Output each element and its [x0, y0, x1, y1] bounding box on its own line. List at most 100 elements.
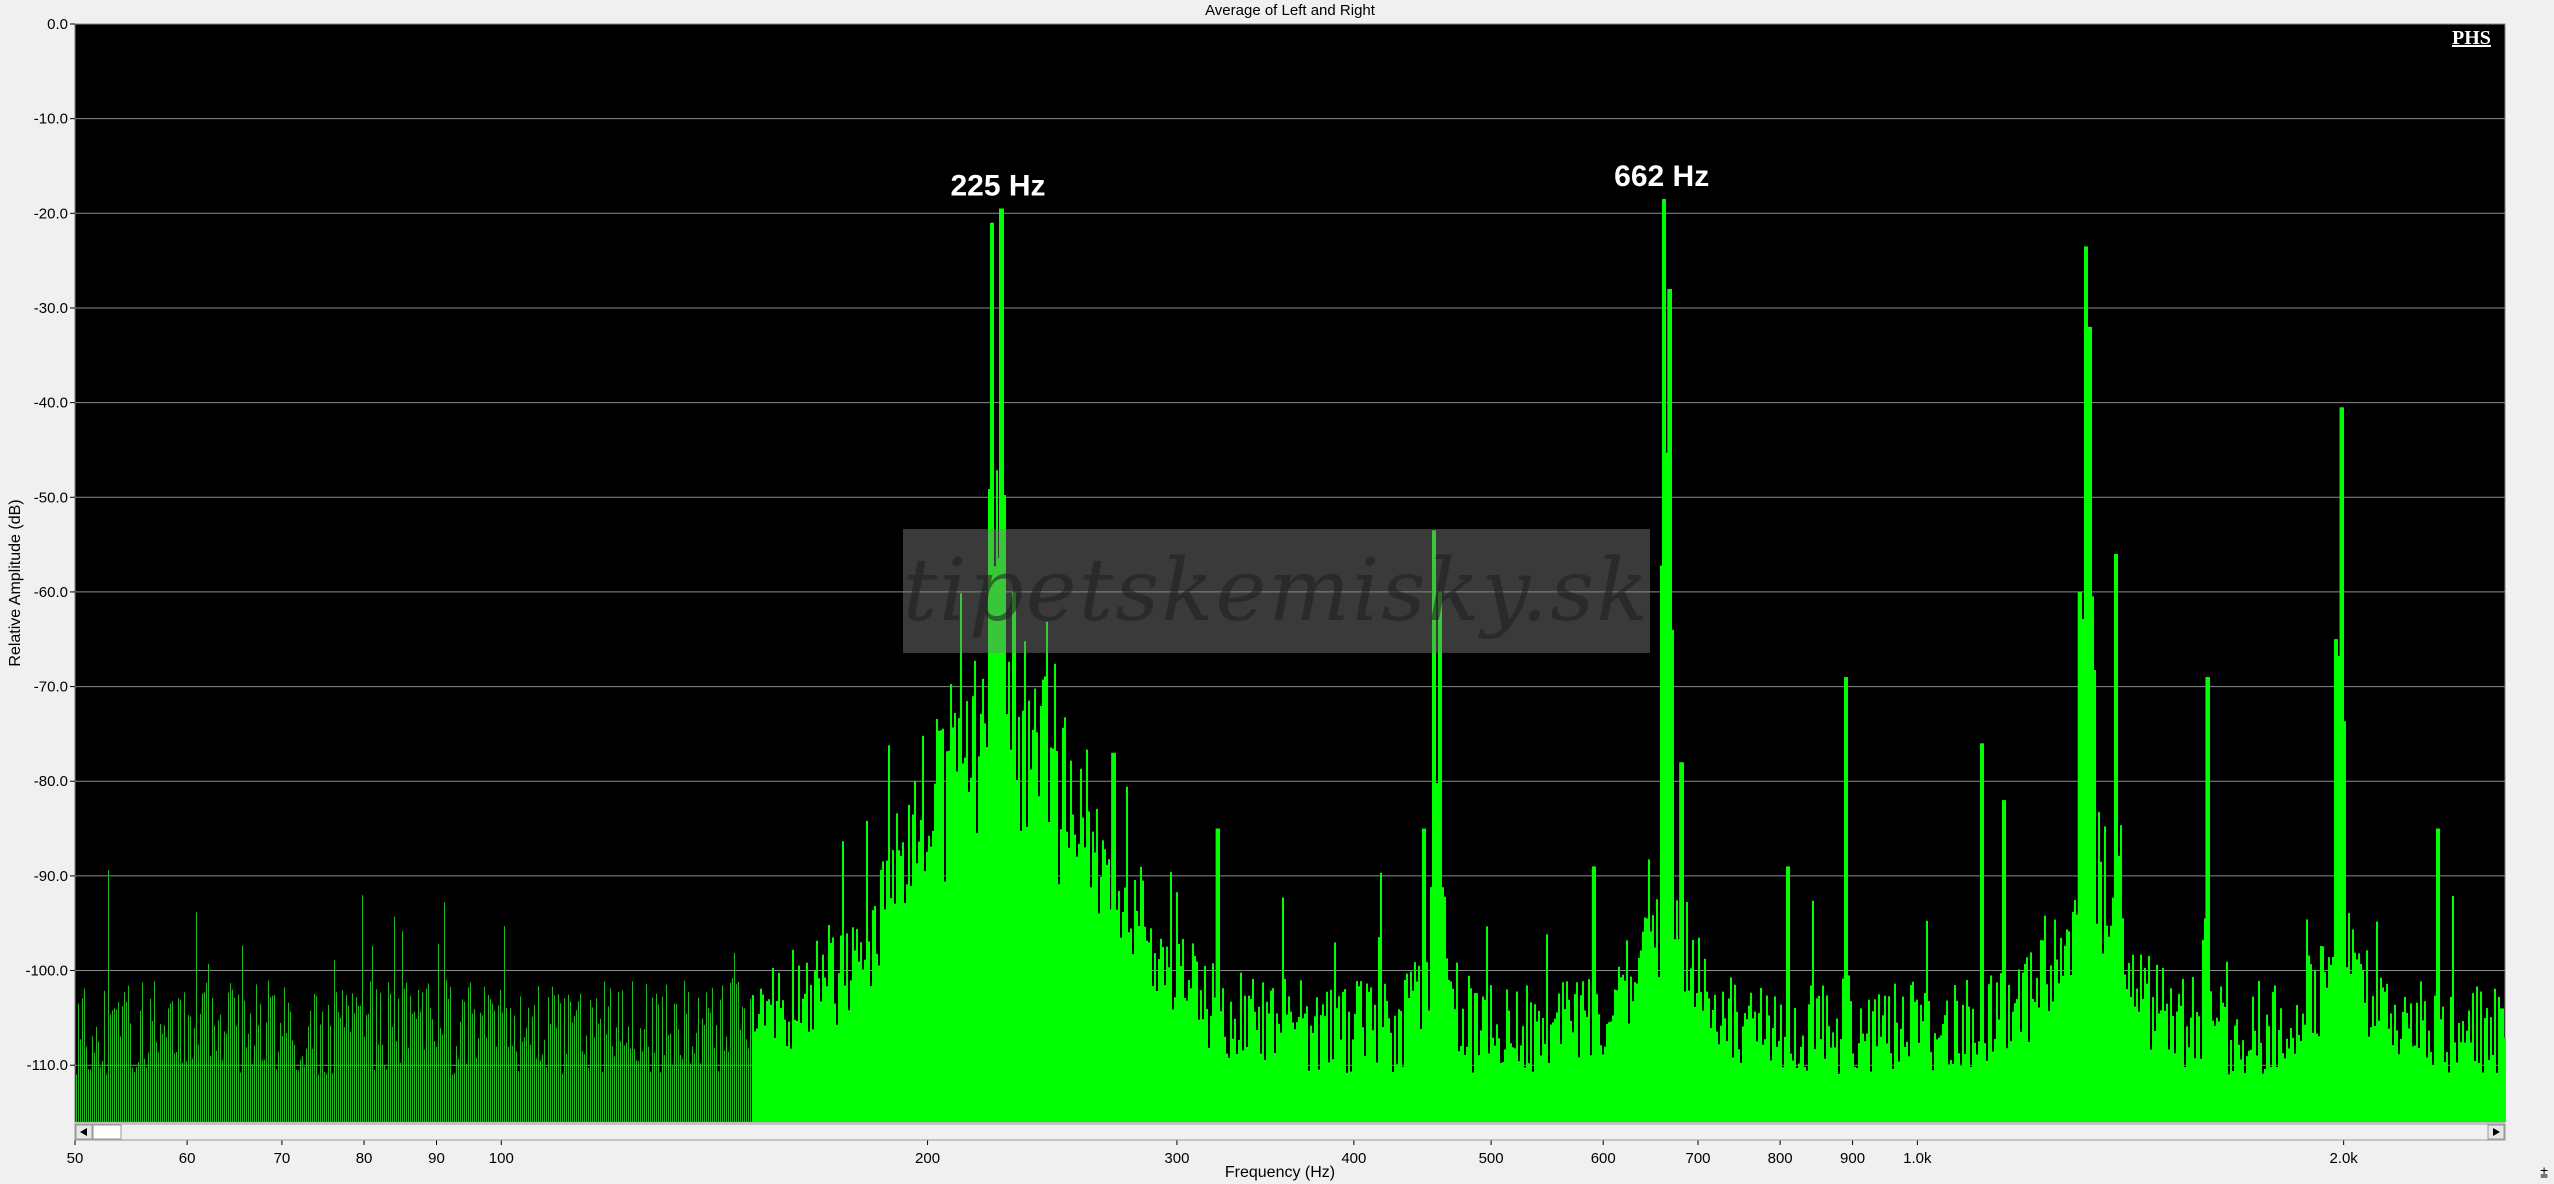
spectrum-bar — [2110, 925, 2112, 1122]
spectrum-bar — [924, 871, 926, 1122]
spectrum-bar — [180, 999, 181, 1122]
spectrum-bar — [860, 942, 862, 1122]
spectrum-bar — [1488, 1053, 1490, 1122]
spectrum-bar — [1242, 1050, 1244, 1122]
x-tick-label: 300 — [1164, 1150, 1189, 1167]
spectrum-bar — [2174, 1053, 2176, 1122]
spectrum-bar — [1310, 1025, 1312, 1122]
peak-bar — [1215, 828, 1219, 1122]
spectrum-bar — [1240, 972, 1242, 1122]
spectrum-bar — [1862, 1033, 1864, 1122]
spectrum-bar — [1956, 1000, 1958, 1122]
spectrum-bar — [1724, 1018, 1726, 1122]
spectrum-bar — [1526, 985, 1528, 1122]
spectrum-bar — [2310, 964, 2312, 1122]
spectrum-bar — [1138, 925, 1140, 1122]
spectrum-bar — [886, 860, 888, 1122]
spectrum-bar — [1610, 1021, 1612, 1122]
spectrum-bar — [452, 1074, 453, 1122]
spectrum-bar — [2130, 996, 2132, 1122]
spectrum-bar — [2020, 1031, 2022, 1122]
spectrum-bar — [2010, 1041, 2012, 1122]
spectrum-bar — [728, 1051, 729, 1122]
spectrum-bar — [1938, 1037, 1940, 1122]
spectrum-bar — [714, 1047, 715, 1122]
spectrum-bar — [1546, 934, 1548, 1122]
spectrum-bar — [2168, 1049, 2170, 1122]
spectrum-bar — [1530, 1002, 1532, 1122]
spectrum-bar — [2328, 957, 2330, 1122]
spectrum-bar — [1504, 1049, 1506, 1122]
spectrum-bar — [1034, 688, 1036, 1122]
spectrum-bar — [232, 989, 233, 1122]
spectrum-bar — [908, 804, 910, 1122]
spectrum-bar — [136, 1067, 137, 1122]
spectrum-bar — [2210, 991, 2212, 1122]
x-tick-label: 80 — [356, 1150, 373, 1167]
spectrum-bar — [1344, 989, 1346, 1122]
spectrum-bar — [316, 995, 317, 1122]
spectrum-bar — [2062, 975, 2064, 1122]
spectrum-bar — [792, 949, 794, 1122]
spectrum-bar — [260, 1003, 261, 1122]
spectrum-bar — [1818, 995, 1820, 1122]
spectrum-bar — [534, 1005, 535, 1122]
horizontal-scrollbar[interactable] — [74, 1123, 2506, 1141]
spectrum-bar — [2414, 1045, 2416, 1122]
spectrum-bar — [2392, 1045, 2394, 1122]
y-tick-label: -90.0 — [34, 868, 68, 885]
spectrum-bar — [2022, 972, 2024, 1122]
spectrum-bar — [1994, 1038, 1996, 1122]
spectrum-bar — [332, 1073, 333, 1122]
spectrum-bar — [2394, 1004, 2396, 1122]
spectrum-bar — [1752, 1018, 1754, 1122]
spectrum-bar — [2106, 925, 2108, 1122]
spectrum-bar — [2368, 1036, 2370, 1122]
spectrum-bar — [1804, 1066, 1806, 1122]
spectrum-bar — [1798, 1063, 1800, 1122]
spectrum-bar — [664, 1055, 665, 1122]
spectrum-bar — [1516, 991, 1518, 1122]
spectrum-bar — [2474, 1060, 2476, 1122]
spectrum-bar — [1456, 962, 1458, 1122]
y-tick-label: -20.0 — [34, 205, 68, 222]
spectrum-bar — [1486, 926, 1488, 1122]
x-tick-label: 70 — [274, 1150, 291, 1167]
spectrum-bar — [582, 1051, 583, 1122]
spectrum-bar — [2024, 963, 2026, 1122]
spectrum-bar — [1554, 1018, 1556, 1122]
x-axis-label: Frequency (Hz) — [1225, 1164, 1335, 1181]
spectrum-bar — [320, 1024, 321, 1122]
spectrum-bar — [1154, 953, 1156, 1122]
spectrum-bar — [1588, 979, 1590, 1122]
spectrum-bar — [598, 1023, 599, 1122]
spectrum-bar — [1398, 1009, 1400, 1122]
spectrum-bar — [1032, 729, 1034, 1122]
spectrum-bar — [1742, 1026, 1744, 1122]
spectrum-bar — [740, 1029, 741, 1122]
spectrum-bar — [1780, 1004, 1782, 1122]
spectrum-bar — [444, 902, 445, 1122]
spectrum-bar — [238, 994, 239, 1122]
spectrum-bar — [86, 1046, 87, 1122]
spectrum-bar — [1476, 993, 1478, 1122]
spectrum-bar — [164, 1025, 165, 1122]
spectrum-bar — [314, 994, 315, 1122]
spectrum-bar — [1952, 1063, 1954, 1122]
scroll-thumb[interactable] — [92, 1124, 122, 1140]
spectrum-bar — [2018, 969, 2020, 1122]
spectrum-bar — [1484, 999, 1486, 1122]
spectrum-bar — [2426, 1057, 2428, 1122]
spectrum-bar — [76, 1074, 77, 1122]
spectrum-bar — [1626, 940, 1628, 1122]
spectrum-bar — [814, 970, 816, 1122]
spectrum-bar — [1900, 1028, 1902, 1122]
spectrum-bar — [2146, 983, 2148, 1122]
spectrum-bar — [1886, 1043, 1888, 1122]
spectrum-bar — [1086, 749, 1088, 1122]
spectrum-bar — [734, 952, 735, 1122]
resize-grip-icon[interactable]: ⩲ — [2540, 1166, 2548, 1182]
spectrum-bar — [2034, 1001, 2036, 1122]
spectrum-bar — [1390, 1032, 1392, 1122]
spectrum-bar — [1482, 996, 1484, 1122]
